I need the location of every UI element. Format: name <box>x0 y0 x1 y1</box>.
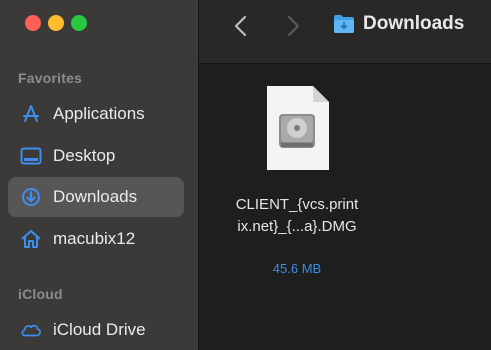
sidebar-item-label: macubix12 <box>53 229 136 248</box>
zoom-button[interactable] <box>71 15 87 31</box>
sidebar-item-downloads[interactable]: Downloads <box>8 177 184 217</box>
window-controls <box>25 15 87 31</box>
sidebar-item-applications[interactable]: Applications <box>8 94 184 134</box>
toolbar: Downloads <box>199 0 491 64</box>
applications-icon <box>20 103 42 125</box>
chevron-right-icon <box>287 15 300 37</box>
home-icon <box>20 228 42 250</box>
disk-image-icon <box>263 84 331 172</box>
file-name: CLIENT_{vcs.print ix.net}_{...a}.DMG <box>213 194 381 238</box>
file-name-line: CLIENT_{vcs.print <box>235 196 359 213</box>
minimize-button[interactable] <box>48 15 64 31</box>
sidebar-item-icloud-drive[interactable]: iCloud Drive <box>8 310 184 350</box>
forward-button[interactable] <box>283 13 303 39</box>
sidebar-section-favorites: Favorites <box>18 70 83 86</box>
desktop-icon <box>20 145 42 167</box>
cloud-icon <box>20 319 42 341</box>
back-button[interactable] <box>231 13 251 39</box>
sidebar-item-label: iCloud Drive <box>53 320 146 339</box>
sidebar: Favorites Applications Desktop Downloads… <box>0 0 199 350</box>
sidebar-section-icloud: iCloud <box>18 286 63 302</box>
file-name-line: ix.net}_{...a}.DMG <box>237 218 357 235</box>
folder-icon <box>333 14 355 34</box>
file-browser: CLIENT_{vcs.print ix.net}_{...a}.DMG 45.… <box>199 64 491 350</box>
sidebar-item-label: Downloads <box>53 187 138 206</box>
close-button[interactable] <box>25 15 41 31</box>
sidebar-item-label: Applications <box>53 104 145 123</box>
finder-window: Favorites Applications Desktop Downloads… <box>0 0 491 350</box>
chevron-left-icon <box>234 15 247 37</box>
sidebar-item-desktop[interactable]: Desktop <box>8 136 184 176</box>
file-size: 45.6 MB <box>272 261 322 276</box>
downloads-icon <box>20 186 42 208</box>
sidebar-item-label: Desktop <box>53 146 116 165</box>
location-title: Downloads <box>363 13 465 34</box>
sidebar-item-home[interactable]: macubix12 <box>8 219 184 259</box>
